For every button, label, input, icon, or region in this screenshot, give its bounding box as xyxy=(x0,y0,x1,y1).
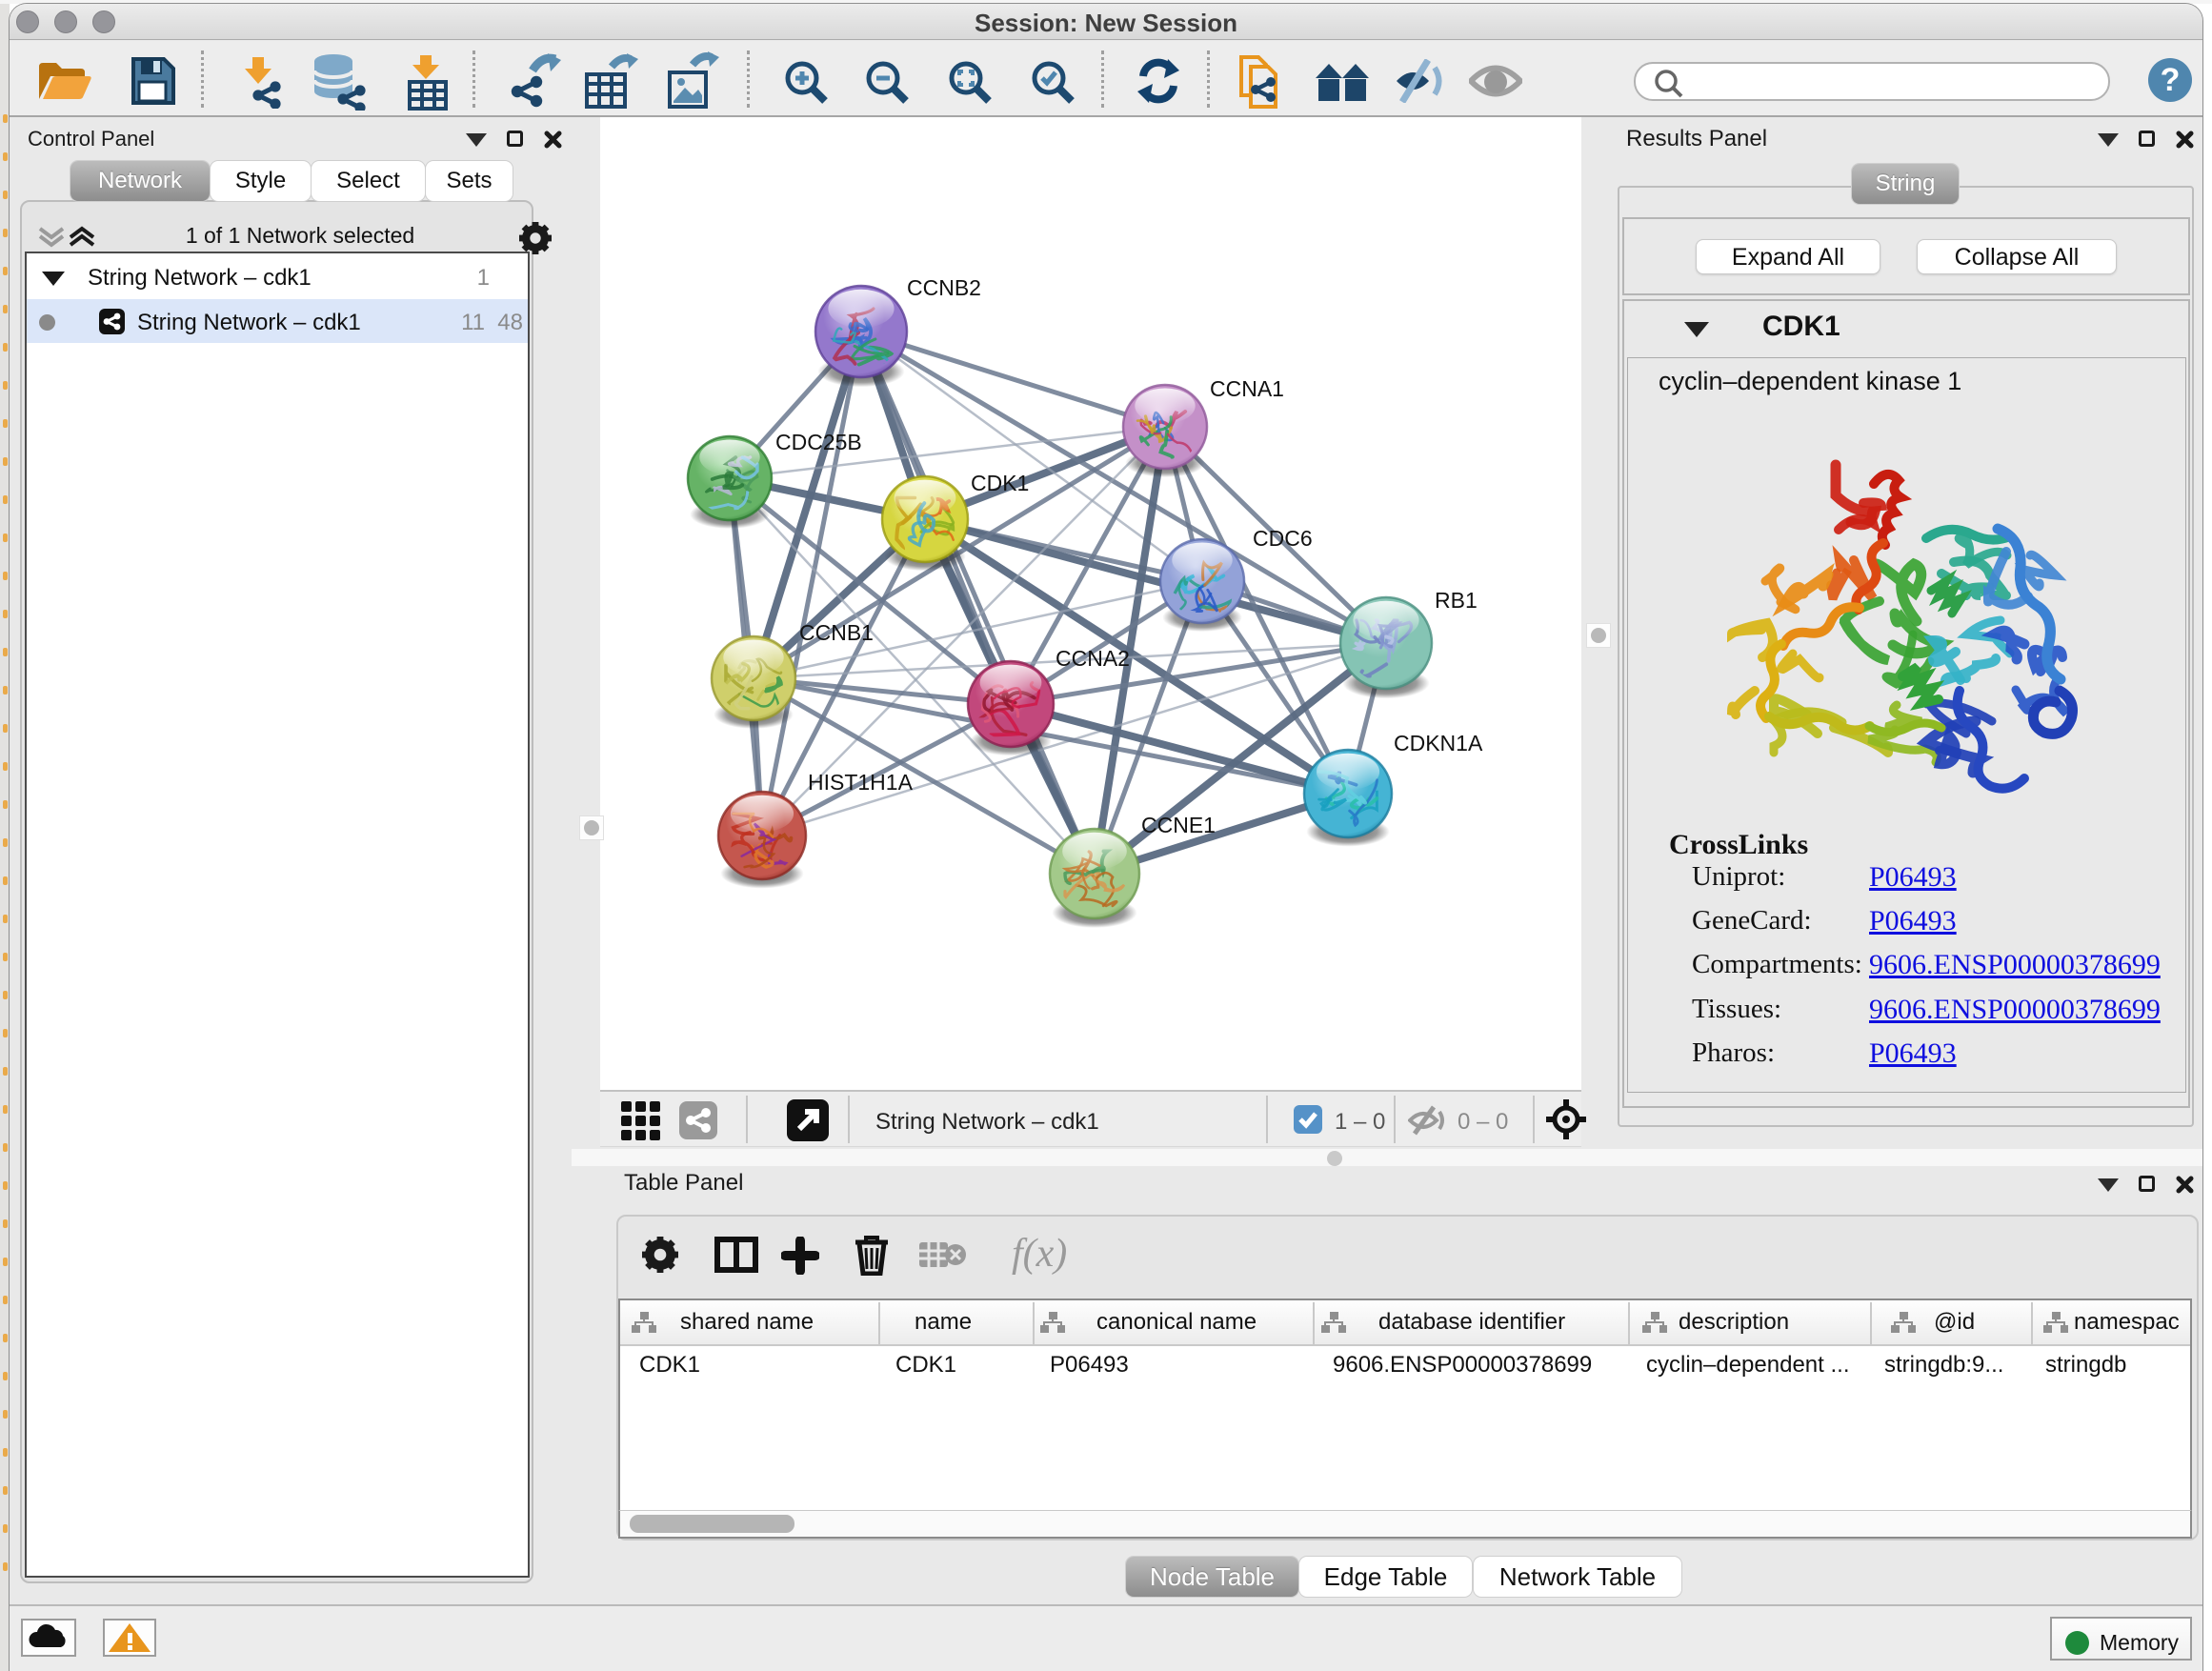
svg-text:CCNA1: CCNA1 xyxy=(1210,376,1284,401)
svg-text:CDC6: CDC6 xyxy=(1253,526,1313,551)
svg-text:RB1: RB1 xyxy=(1435,588,1478,613)
svg-text:CCNA2: CCNA2 xyxy=(1056,646,1130,671)
svg-text:CCNB2: CCNB2 xyxy=(907,275,981,300)
svg-text:CDC25B: CDC25B xyxy=(775,430,862,454)
svg-text:CCNE1: CCNE1 xyxy=(1141,813,1216,837)
svg-text:CDK1: CDK1 xyxy=(971,471,1029,495)
svg-text:HIST1H1A: HIST1H1A xyxy=(808,770,914,795)
svg-text:CCNB1: CCNB1 xyxy=(799,620,874,645)
svg-text:CDKN1A: CDKN1A xyxy=(1394,731,1483,755)
